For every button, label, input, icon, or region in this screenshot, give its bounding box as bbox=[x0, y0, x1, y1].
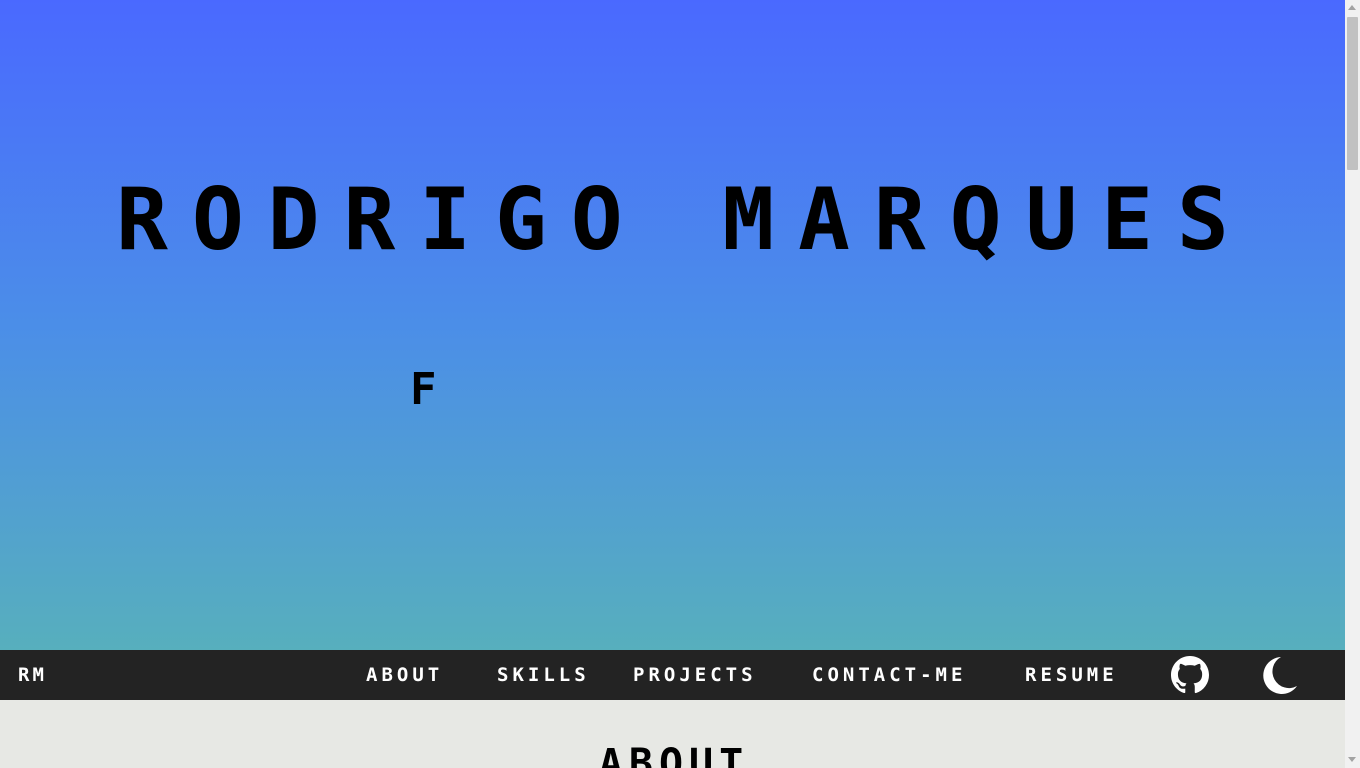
hero-title: RODRIGO MARQUES bbox=[116, 170, 1253, 270]
moon-icon[interactable] bbox=[1259, 656, 1297, 694]
vertical-scrollbar[interactable] bbox=[1345, 0, 1360, 768]
navbar: RM ABOUT SKILLS PROJECTS CONTACT-ME RESU… bbox=[0, 650, 1345, 700]
scrollbar-thumb[interactable] bbox=[1347, 17, 1358, 170]
scroll-up-arrow-icon[interactable] bbox=[1348, 5, 1356, 10]
hero-typing-text: F bbox=[410, 364, 437, 415]
hero-section: RODRIGO MARQUES F bbox=[0, 0, 1345, 650]
nav-link-contact-me[interactable]: CONTACT-ME bbox=[812, 664, 966, 686]
nav-link-about[interactable]: ABOUT bbox=[366, 664, 443, 686]
nav-link-skills[interactable]: SKILLS bbox=[497, 664, 590, 686]
scroll-down-arrow-icon[interactable] bbox=[1348, 757, 1356, 762]
about-section: ABOUT bbox=[0, 700, 1345, 768]
nav-logo[interactable]: RM bbox=[18, 664, 47, 686]
about-title: ABOUT bbox=[598, 741, 750, 768]
nav-link-resume[interactable]: RESUME bbox=[1025, 664, 1118, 686]
github-icon[interactable] bbox=[1171, 656, 1209, 694]
page: RODRIGO MARQUES F RM ABOUT SKILLS PROJEC… bbox=[0, 0, 1360, 768]
nav-link-projects[interactable]: PROJECTS bbox=[633, 664, 757, 686]
